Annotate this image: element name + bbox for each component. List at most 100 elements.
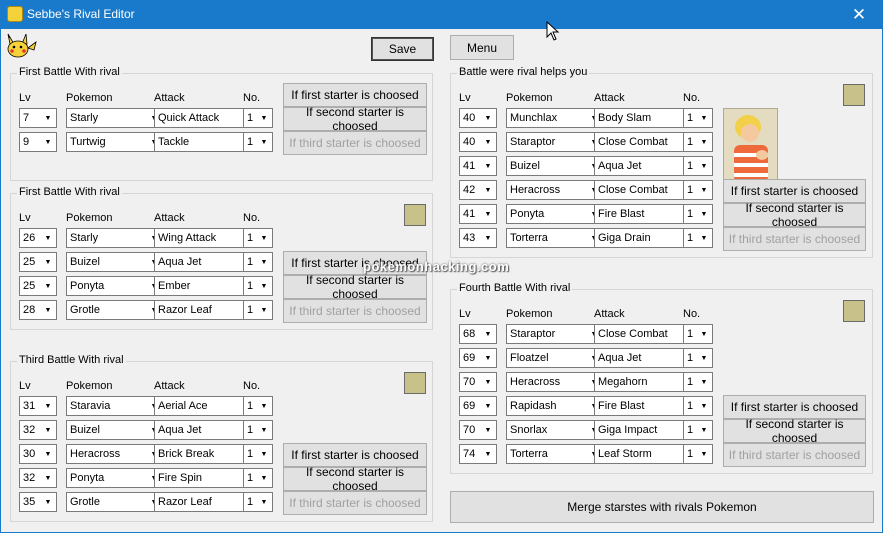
no-select[interactable]: 1 ▼: [683, 444, 713, 464]
close-icon[interactable]: ✕: [836, 1, 882, 29]
title-bar[interactable]: Sebbe's Rival Editor ✕: [1, 1, 882, 29]
lv-select[interactable]: 69 ▼: [459, 348, 497, 368]
dropdown-arrow-icon[interactable]: ▼: [696, 397, 712, 415]
no-select[interactable]: 1 ▼: [243, 300, 273, 320]
lv-select[interactable]: 68 ▼: [459, 324, 497, 344]
dropdown-arrow-icon[interactable]: ▼: [40, 445, 56, 463]
dropdown-arrow-icon[interactable]: ▼: [40, 109, 56, 127]
lv-select[interactable]: 41 ▼: [459, 156, 497, 176]
lv-select[interactable]: 31 ▼: [19, 396, 57, 416]
no-select[interactable]: 1 ▼: [243, 276, 273, 296]
lv-select[interactable]: 42 ▼: [459, 180, 497, 200]
pokemon-select[interactable]: Heracross▼: [506, 372, 603, 392]
lv-select[interactable]: 41 ▼: [459, 204, 497, 224]
lv-select[interactable]: 7 ▼: [19, 108, 57, 128]
no-select[interactable]: 1 ▼: [243, 468, 273, 488]
dropdown-arrow-icon[interactable]: ▼: [696, 109, 712, 127]
pokemon-select[interactable]: Snorlax▼: [506, 420, 603, 440]
lv-select[interactable]: 25 ▼: [19, 276, 57, 296]
pokemon-select[interactable]: Ponyta▼: [66, 468, 163, 488]
pokemon-select[interactable]: Turtwig▼: [66, 132, 163, 152]
dropdown-arrow-icon[interactable]: ▼: [696, 181, 712, 199]
first-starter-button[interactable]: If first starter is choosed: [283, 443, 427, 467]
dropdown-arrow-icon[interactable]: ▼: [696, 349, 712, 367]
save-button[interactable]: Save: [371, 37, 434, 61]
dropdown-arrow-icon[interactable]: ▼: [256, 277, 272, 295]
dropdown-arrow-icon[interactable]: ▼: [40, 397, 56, 415]
dropdown-arrow-icon[interactable]: ▼: [696, 229, 712, 247]
first-starter-button[interactable]: If first starter is choosed: [723, 395, 866, 419]
dropdown-arrow-icon[interactable]: ▼: [40, 469, 56, 487]
lv-select[interactable]: 28 ▼: [19, 300, 57, 320]
no-select[interactable]: 1 ▼: [683, 348, 713, 368]
third-starter-button[interactable]: If third starter is choosed: [283, 131, 427, 155]
dropdown-arrow-icon[interactable]: ▼: [256, 133, 272, 151]
dropdown-arrow-icon[interactable]: ▼: [696, 445, 712, 463]
lv-select[interactable]: 74 ▼: [459, 444, 497, 464]
second-starter-button[interactable]: If second starter is choosed: [283, 465, 427, 493]
third-starter-button[interactable]: If third starter is choosed: [283, 491, 427, 515]
dropdown-arrow-icon[interactable]: ▼: [40, 229, 56, 247]
dropdown-arrow-icon[interactable]: ▼: [696, 421, 712, 439]
dropdown-arrow-icon[interactable]: ▼: [256, 301, 272, 319]
no-select[interactable]: 1 ▼: [683, 324, 713, 344]
pokemon-select[interactable]: Floatzel▼: [506, 348, 603, 368]
dropdown-arrow-icon[interactable]: ▼: [480, 109, 496, 127]
pokemon-select[interactable]: Ponyta▼: [506, 204, 603, 224]
pokemon-select[interactable]: Ponyta▼: [66, 276, 163, 296]
dropdown-arrow-icon[interactable]: ▼: [480, 373, 496, 391]
lv-select[interactable]: 40 ▼: [459, 132, 497, 152]
dropdown-arrow-icon[interactable]: ▼: [480, 445, 496, 463]
pokemon-select[interactable]: Heracross▼: [506, 180, 603, 200]
no-select[interactable]: 1 ▼: [683, 396, 713, 416]
no-select[interactable]: 1 ▼: [243, 444, 273, 464]
no-select[interactable]: 1 ▼: [683, 156, 713, 176]
second-starter-button[interactable]: If second starter is choosed: [283, 105, 427, 133]
first-starter-button[interactable]: If first starter is choosed: [283, 83, 427, 107]
no-select[interactable]: 1 ▼: [683, 204, 713, 224]
dropdown-arrow-icon[interactable]: ▼: [480, 349, 496, 367]
no-select[interactable]: 1 ▼: [683, 180, 713, 200]
lv-select[interactable]: 35 ▼: [19, 492, 57, 512]
dropdown-arrow-icon[interactable]: ▼: [256, 493, 272, 511]
lv-select[interactable]: 43 ▼: [459, 228, 497, 248]
dropdown-arrow-icon[interactable]: ▼: [480, 421, 496, 439]
dropdown-arrow-icon[interactable]: ▼: [696, 133, 712, 151]
dropdown-arrow-icon[interactable]: ▼: [256, 469, 272, 487]
no-select[interactable]: 1 ▼: [683, 420, 713, 440]
dropdown-arrow-icon[interactable]: ▼: [480, 181, 496, 199]
lv-select[interactable]: 32 ▼: [19, 468, 57, 488]
dropdown-arrow-icon[interactable]: ▼: [480, 205, 496, 223]
no-select[interactable]: 1 ▼: [243, 492, 273, 512]
no-select[interactable]: 1 ▼: [243, 228, 273, 248]
no-select[interactable]: 1 ▼: [243, 396, 273, 416]
second-starter-button[interactable]: If second starter is choosed: [723, 201, 866, 229]
pokemon-select[interactable]: Rapidash▼: [506, 396, 603, 416]
dropdown-arrow-icon[interactable]: ▼: [256, 229, 272, 247]
dropdown-arrow-icon[interactable]: ▼: [256, 397, 272, 415]
dropdown-arrow-icon[interactable]: ▼: [256, 253, 272, 271]
no-select[interactable]: 1 ▼: [243, 420, 273, 440]
dropdown-arrow-icon[interactable]: ▼: [40, 301, 56, 319]
lv-select[interactable]: 9 ▼: [19, 132, 57, 152]
pokemon-select[interactable]: Grotle▼: [66, 300, 163, 320]
pokemon-select[interactable]: Staravia▼: [66, 396, 163, 416]
second-starter-button[interactable]: If second starter is choosed: [723, 417, 866, 445]
lv-select[interactable]: 25 ▼: [19, 252, 57, 272]
dropdown-arrow-icon[interactable]: ▼: [480, 325, 496, 343]
no-select[interactable]: 1 ▼: [243, 132, 273, 152]
dropdown-arrow-icon[interactable]: ▼: [696, 325, 712, 343]
dropdown-arrow-icon[interactable]: ▼: [40, 253, 56, 271]
pokemon-select[interactable]: Torterra▼: [506, 444, 603, 464]
dropdown-arrow-icon[interactable]: ▼: [480, 133, 496, 151]
lv-select[interactable]: 70 ▼: [459, 420, 497, 440]
dropdown-arrow-icon[interactable]: ▼: [40, 421, 56, 439]
no-select[interactable]: 1 ▼: [683, 132, 713, 152]
lv-select[interactable]: 32 ▼: [19, 420, 57, 440]
pokemon-select[interactable]: Starly▼: [66, 108, 163, 128]
pokemon-select[interactable]: Heracross▼: [66, 444, 163, 464]
lv-select[interactable]: 30 ▼: [19, 444, 57, 464]
dropdown-arrow-icon[interactable]: ▼: [480, 229, 496, 247]
dropdown-arrow-icon[interactable]: ▼: [256, 445, 272, 463]
first-starter-button[interactable]: If first starter is choosed: [723, 179, 866, 203]
